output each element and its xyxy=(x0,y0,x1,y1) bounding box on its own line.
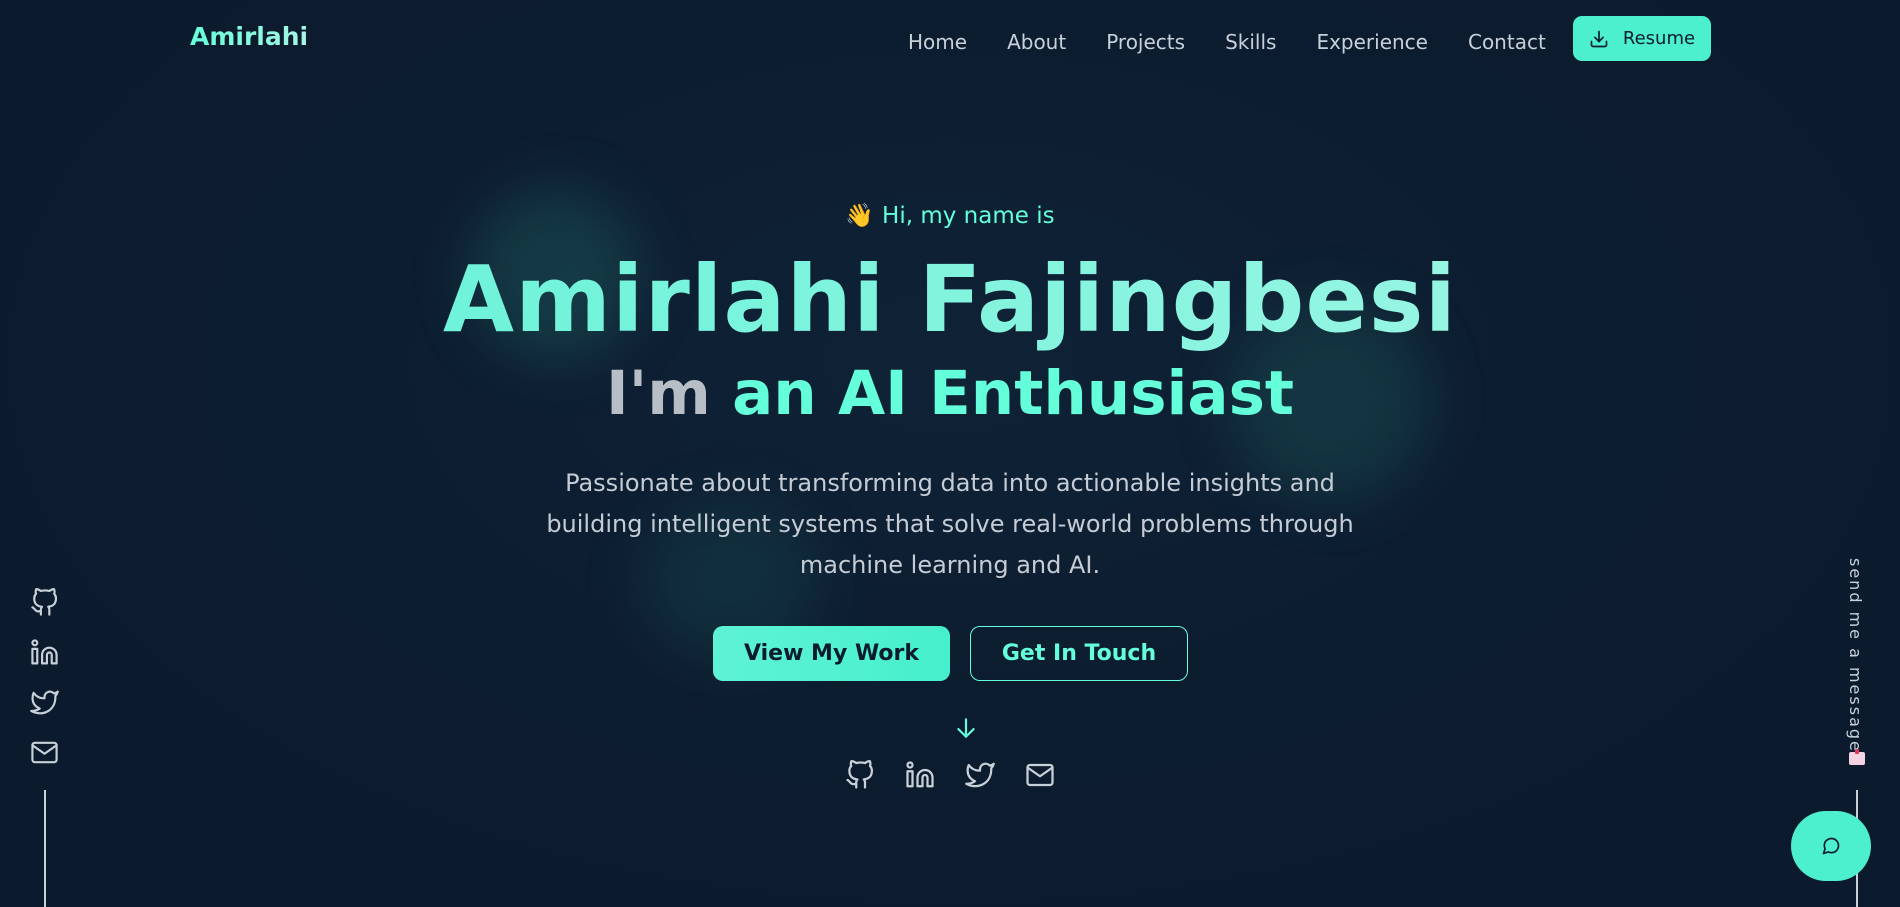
left-rail-line xyxy=(44,790,46,907)
nav-skills[interactable]: Skills xyxy=(1225,28,1276,56)
nav-contact[interactable]: Contact xyxy=(1468,28,1546,56)
side-social-links xyxy=(30,588,59,767)
nav-projects[interactable]: Projects xyxy=(1106,28,1185,56)
linkedin-icon[interactable] xyxy=(30,638,59,667)
get-in-touch-button[interactable]: Get In Touch xyxy=(970,626,1188,681)
hero-name: Amirlahi Fajingbesi xyxy=(0,245,1900,355)
nav-experience[interactable]: Experience xyxy=(1316,28,1428,56)
mail-icon[interactable] xyxy=(30,738,59,767)
view-work-button[interactable]: View My Work xyxy=(713,626,950,681)
main-nav: Home About Projects Skills Experience Co… xyxy=(908,28,1546,56)
chat-button[interactable] xyxy=(1791,811,1871,881)
resume-button[interactable]: Resume xyxy=(1573,16,1711,61)
mail-icon[interactable] xyxy=(1025,760,1055,790)
greeting-text: Hi, my name is xyxy=(882,203,1055,229)
nav-about[interactable]: About xyxy=(1007,28,1066,56)
send-message-link[interactable]: send me a message xyxy=(1846,558,1865,753)
linkedin-icon[interactable] xyxy=(905,760,935,790)
chat-bubble-icon xyxy=(1821,836,1841,856)
arrow-down-icon[interactable] xyxy=(953,715,979,741)
twitter-icon[interactable] xyxy=(30,688,59,717)
hero-role: I'm an AI Enthusiast xyxy=(0,358,1900,430)
envelope-icon xyxy=(1849,749,1865,765)
download-icon xyxy=(1589,29,1609,49)
role-prefix: I'm xyxy=(605,358,711,429)
hero-description: Passionate about transforming data into … xyxy=(546,469,1354,579)
nav-home[interactable]: Home xyxy=(908,28,967,56)
brand-logo[interactable]: Amirlahi xyxy=(190,22,308,51)
greeting: 👋 Hi, my name is xyxy=(0,202,1900,229)
portfolio-page: Amirlahi Home About Projects Skills Expe… xyxy=(0,0,1900,907)
role-accent: an AI Enthusiast xyxy=(732,358,1295,429)
wave-emoji: 👋 xyxy=(845,203,875,229)
github-icon[interactable] xyxy=(845,760,875,790)
github-icon[interactable] xyxy=(30,588,59,617)
hero-social-links xyxy=(845,760,1055,790)
twitter-icon[interactable] xyxy=(965,760,995,790)
resume-label: Resume xyxy=(1622,28,1696,49)
